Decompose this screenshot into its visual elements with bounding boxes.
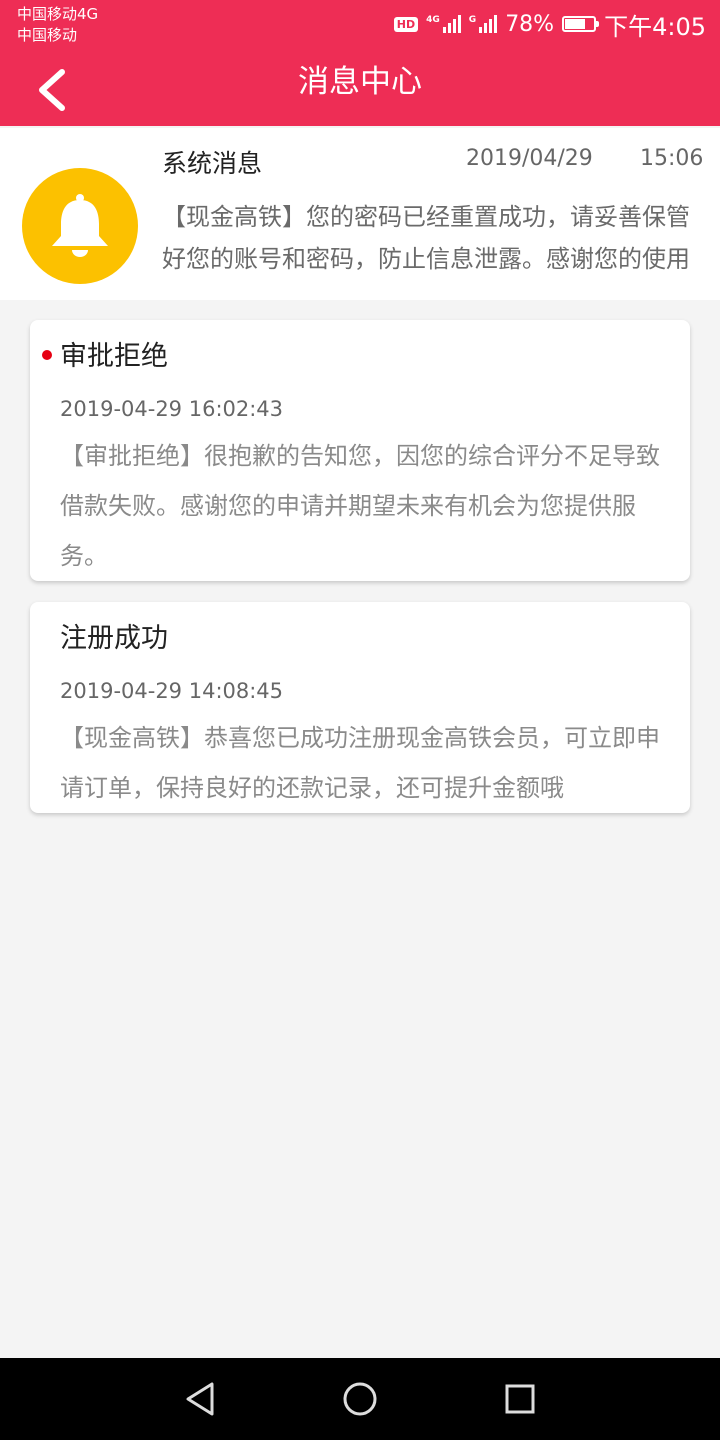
carrier-info: 中国移动4G 中国移动 (17, 4, 98, 46)
nav-recents-button[interactable] (494, 1373, 546, 1425)
status-indicators: HD 4G G 78% 下午4:05 (393, 8, 706, 41)
message-time: 2019-04-29 16:02:43 (60, 397, 284, 421)
system-avatar (22, 168, 138, 284)
message-body: 【现金高铁】恭喜您已成功注册现金高铁会员，可立即申请订单，保持良好的还款记录，还… (60, 724, 660, 802)
page-title: 消息中心 (298, 64, 422, 100)
system-message-time: 15:06 (640, 146, 704, 171)
network-4g-label: 4G (426, 15, 440, 25)
carrier-secondary: 中国移动 (17, 26, 78, 44)
triangle-back-icon (186, 1382, 214, 1416)
circle-home-icon (343, 1382, 377, 1416)
square-recents-icon (505, 1384, 535, 1414)
message-title: 注册成功 (60, 623, 168, 654)
unread-dot (42, 350, 52, 360)
nav-home-button[interactable] (334, 1373, 386, 1425)
system-message-title: 系统消息 (162, 149, 263, 178)
message-card[interactable]: 注册成功 2019-04-29 14:08:45 【现金高铁】恭喜您已成功注册现… (30, 602, 690, 813)
battery-percent: 78% (505, 11, 555, 37)
message-time: 2019-04-29 14:08:45 (60, 679, 284, 703)
system-message-preview: 【现金高铁】您的密码已经重置成功，请妥善保管好您的账号和密码，防止信息泄露。感谢… (162, 203, 690, 273)
app-header: 中国移动4G 中国移动 HD 4G G 78% 下午4:05 消息中心 (0, 0, 720, 126)
signal-g-icon: G (468, 15, 498, 33)
hd-badge: HD (393, 16, 419, 32)
signal-4g-icon: 4G (426, 15, 461, 33)
message-body: 【审批拒绝】很抱歉的告知您，因您的综合评分不足导致借款失败。感谢您的申请并期望未… (60, 442, 660, 570)
system-message-date: 2019/04/29 (466, 146, 593, 171)
status-clock: 下午4:05 (604, 12, 706, 41)
carrier-primary: 中国移动4G (17, 5, 99, 23)
network-g-label: G (468, 15, 477, 25)
system-message-row[interactable]: 系统消息 2019/04/29 15:06 【现金高铁】您的密码已经重置成功，请… (0, 128, 720, 300)
bell-icon (52, 194, 108, 257)
nav-back-button[interactable] (174, 1373, 226, 1425)
navigation-bar (0, 1358, 720, 1440)
message-card[interactable]: 审批拒绝 2019-04-29 16:02:43 【审批拒绝】很抱歉的告知您，因… (30, 320, 690, 581)
message-title: 审批拒绝 (60, 341, 168, 372)
battery-icon (562, 16, 600, 32)
